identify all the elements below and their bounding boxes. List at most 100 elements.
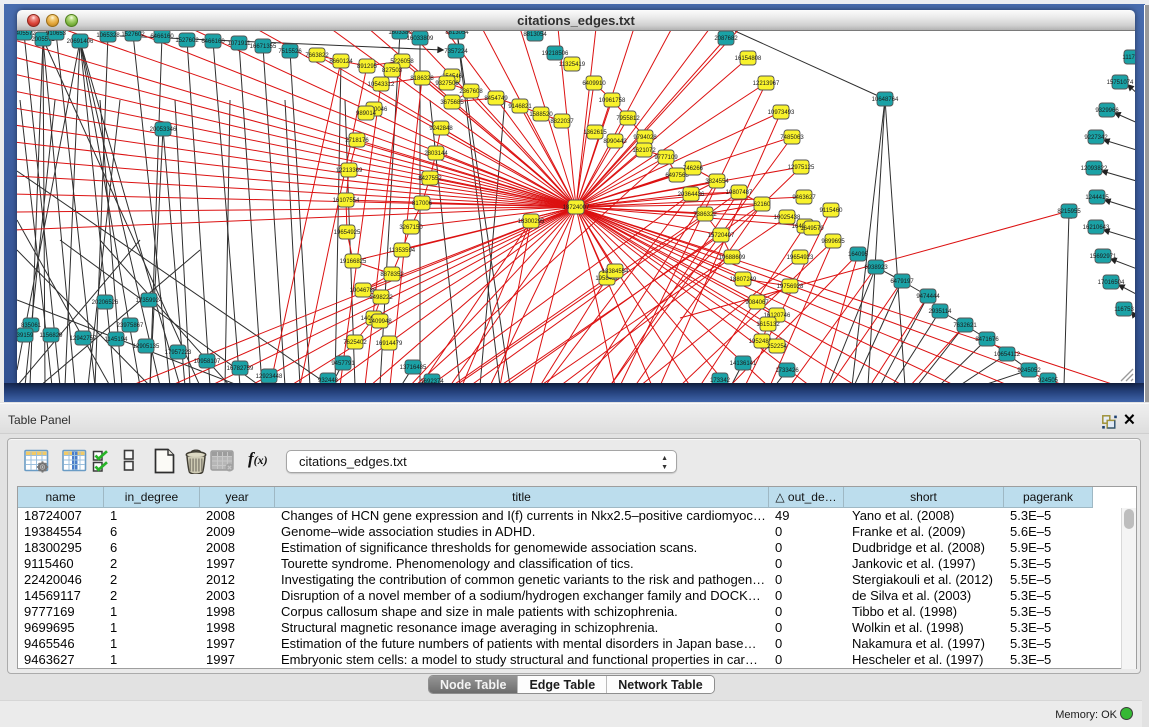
svg-text:924505: 924505 xyxy=(1038,378,1059,383)
svg-text:3675685: 3675685 xyxy=(440,100,464,106)
svg-text:8186328: 8186328 xyxy=(410,76,434,82)
svg-text:12093822: 12093822 xyxy=(1081,166,1108,172)
svg-text:19654923: 19654923 xyxy=(787,255,814,261)
svg-text:10961758: 10961758 xyxy=(599,98,626,104)
svg-text:23975867: 23975867 xyxy=(117,323,144,329)
svg-text:1409948: 1409948 xyxy=(368,319,392,325)
svg-text:8878352: 8878352 xyxy=(380,272,404,278)
svg-text:9242848: 9242848 xyxy=(429,126,453,132)
svg-text:1244415: 1244415 xyxy=(1085,195,1109,201)
svg-text:1649579: 1649579 xyxy=(800,226,824,232)
svg-text:1621072: 1621072 xyxy=(632,148,656,154)
svg-text:746266: 746266 xyxy=(683,166,704,172)
svg-text:9084067: 9084067 xyxy=(745,300,769,306)
svg-text:10807487: 10807487 xyxy=(726,190,753,196)
svg-text:2803144: 2803144 xyxy=(424,151,448,157)
svg-text:7386322: 7386322 xyxy=(693,212,717,218)
svg-text:20053346: 20053346 xyxy=(150,127,177,133)
svg-text:9794028: 9794028 xyxy=(633,135,657,141)
svg-text:12905135: 12905135 xyxy=(133,344,160,350)
svg-text:10025438: 10025438 xyxy=(774,215,801,221)
svg-text:6409910: 6409910 xyxy=(582,81,606,87)
svg-text:1498222: 1498222 xyxy=(369,295,393,301)
svg-text:1145194: 1145194 xyxy=(105,337,129,343)
svg-text:1527602: 1527602 xyxy=(175,38,199,44)
svg-text:891295: 891295 xyxy=(357,64,378,70)
svg-text:1733426: 1733426 xyxy=(775,368,799,374)
svg-text:8471676: 8471676 xyxy=(975,337,999,343)
svg-text:10688609: 10688609 xyxy=(719,255,746,261)
svg-text:9227342: 9227342 xyxy=(1084,135,1108,141)
svg-text:13384554: 13384554 xyxy=(602,269,629,275)
svg-text:1615132: 1615132 xyxy=(756,322,780,328)
svg-text:20364436: 20364436 xyxy=(678,192,705,198)
svg-text:19756928: 19756928 xyxy=(777,284,804,290)
svg-text:11325419: 11325419 xyxy=(559,62,586,68)
svg-text:18724007: 18724007 xyxy=(563,205,590,211)
svg-text:9463627: 9463627 xyxy=(792,195,816,201)
svg-text:12975125: 12975125 xyxy=(788,165,815,171)
svg-text:827503: 827503 xyxy=(382,68,403,74)
svg-text:8215955: 8215955 xyxy=(1057,209,1081,215)
svg-text:8990443: 8990443 xyxy=(603,139,627,145)
svg-text:1588520: 1588520 xyxy=(529,112,553,118)
svg-text:14136141: 14136141 xyxy=(730,361,757,367)
svg-text:1065328: 1065328 xyxy=(96,33,120,39)
svg-text:11353594: 11353594 xyxy=(389,248,416,254)
svg-text:62160: 62160 xyxy=(754,202,771,208)
svg-text:12213967: 12213967 xyxy=(753,81,780,87)
svg-text:12942757: 12942757 xyxy=(70,336,97,342)
svg-text:16210643: 16210643 xyxy=(1083,225,1110,231)
svg-text:16033809: 16033809 xyxy=(407,36,434,42)
svg-text:8822037: 8822037 xyxy=(550,119,574,125)
svg-text:9146821: 9146821 xyxy=(508,104,532,110)
svg-text:3824554: 3824554 xyxy=(705,179,729,185)
svg-text:8660124: 8660124 xyxy=(329,59,353,65)
svg-text:12923448: 12923448 xyxy=(256,374,283,380)
svg-text:252254: 252254 xyxy=(767,344,788,350)
svg-text:10543312: 10543312 xyxy=(368,82,395,88)
svg-text:7485063: 7485063 xyxy=(780,135,804,141)
svg-text:20691406: 20691406 xyxy=(67,39,94,45)
svg-text:9474444: 9474444 xyxy=(916,294,940,300)
svg-text:9777109: 9777109 xyxy=(654,155,678,161)
svg-text:8813054: 8813054 xyxy=(445,31,469,36)
svg-text:2367608: 2367608 xyxy=(459,89,483,95)
svg-text:19654925: 19654925 xyxy=(334,230,361,236)
svg-text:1156829: 1156829 xyxy=(40,333,64,339)
svg-text:12213369: 12213369 xyxy=(336,168,363,174)
svg-text:10654112: 10654112 xyxy=(994,352,1021,358)
svg-text:2087682: 2087682 xyxy=(714,36,738,42)
svg-text:7515526: 7515526 xyxy=(278,49,302,55)
svg-text:15720407: 15720407 xyxy=(708,233,735,239)
svg-text:111753: 111753 xyxy=(1122,55,1135,61)
svg-text:1071911: 1071911 xyxy=(228,41,252,47)
svg-text:6938923: 6938923 xyxy=(864,265,888,271)
svg-text:164095: 164095 xyxy=(848,252,869,258)
svg-text:7625402: 7625402 xyxy=(343,340,367,346)
svg-text:3267150: 3267150 xyxy=(399,225,423,231)
svg-text:8454749: 8454749 xyxy=(484,96,508,102)
svg-text:15751074: 15751074 xyxy=(1107,80,1134,86)
svg-text:1527602: 1527602 xyxy=(121,32,145,38)
svg-text:9457791: 9457791 xyxy=(331,361,355,367)
svg-text:9327506: 9327506 xyxy=(435,81,459,87)
svg-text:6466160: 6466160 xyxy=(201,39,225,45)
svg-text:1692374: 1692374 xyxy=(420,379,444,383)
svg-text:13716485: 13716485 xyxy=(400,365,427,371)
svg-text:16914479: 16914479 xyxy=(376,341,403,347)
svg-text:19166825: 19166825 xyxy=(340,259,367,265)
svg-text:9329966: 9329966 xyxy=(1095,108,1119,114)
svg-text:2718176: 2718176 xyxy=(345,138,369,144)
svg-text:2935114: 2935114 xyxy=(929,309,953,315)
svg-text:18807249: 18807249 xyxy=(730,277,757,283)
svg-text:8427552: 8427552 xyxy=(418,176,442,182)
svg-text:989014: 989014 xyxy=(356,111,377,117)
svg-text:7357224: 7357224 xyxy=(444,49,468,55)
svg-text:20206526: 20206526 xyxy=(92,300,119,306)
svg-text:16671355: 16671355 xyxy=(250,44,277,50)
svg-text:16107554: 16107554 xyxy=(333,198,360,204)
svg-text:7955812: 7955812 xyxy=(616,116,640,122)
svg-text:9245052: 9245052 xyxy=(1017,368,1041,374)
svg-text:10958107: 10958107 xyxy=(194,359,221,365)
